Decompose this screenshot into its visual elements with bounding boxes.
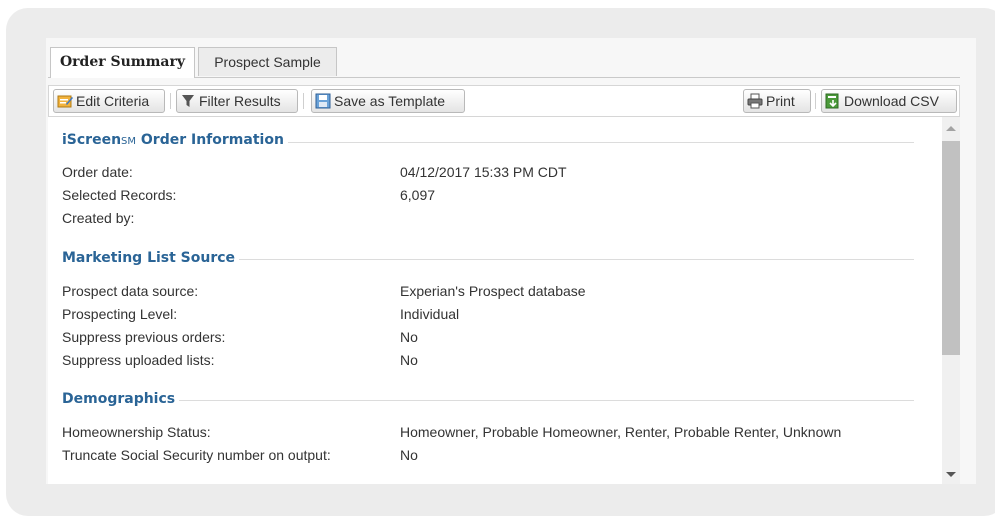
row-value: No <box>400 447 418 463</box>
edit-criteria-button[interactable]: Edit Criteria <box>53 89 165 113</box>
scrollbar-thumb[interactable] <box>942 141 960 355</box>
download-csv-icon <box>825 93 839 109</box>
row-label: Created by: <box>62 210 135 226</box>
filter-results-label: Filter Results <box>199 93 281 109</box>
row-value: 6,097 <box>400 187 436 203</box>
save-template-icon <box>315 93 331 109</box>
toolbar-divider <box>815 93 816 109</box>
scroll-up-icon[interactable] <box>946 126 956 131</box>
row-label: Truncate Social Security number on outpu… <box>62 447 331 463</box>
section-title-demographics: Demographics <box>62 391 180 411</box>
row-value: No <box>400 352 418 368</box>
row-label: Suppress uploaded lists: <box>62 352 215 368</box>
scroll-down-icon[interactable] <box>946 472 956 477</box>
edit-criteria-icon <box>57 95 73 108</box>
order-summary-content[interactable]: iScreenSM Order Information Order date: … <box>48 117 942 484</box>
toolbar-divider <box>170 93 171 109</box>
tab-order-summary[interactable]: Order Summary <box>50 47 195 78</box>
save-as-template-label: Save as Template <box>334 93 446 109</box>
row-value: 04/12/2017 15:33 PM CDT <box>400 164 567 180</box>
row-value: Individual <box>400 306 460 322</box>
row-label: Order date: <box>62 164 133 180</box>
tab-bar: Order Summary Prospect Sample <box>48 47 960 78</box>
row-label: Suppress previous orders: <box>62 329 226 345</box>
download-csv-label: Download CSV <box>844 93 939 109</box>
row-label: Prospecting Level: <box>62 306 178 322</box>
section-divider <box>62 400 914 401</box>
row-label: Selected Records: <box>62 187 177 203</box>
row-label: Prospect data source: <box>62 283 199 299</box>
edit-criteria-label: Edit Criteria <box>76 93 150 109</box>
print-icon <box>747 93 763 109</box>
section-title-order-information: iScreenSM Order Information <box>62 132 288 152</box>
row-value: Homeowner, Probable Homeowner, Renter, P… <box>400 424 842 440</box>
filter-results-button[interactable]: Filter Results <box>176 89 298 113</box>
vertical-scrollbar[interactable] <box>942 117 960 484</box>
print-button[interactable]: Print <box>743 89 811 113</box>
download-csv-button[interactable]: Download CSV <box>821 89 957 113</box>
toolbar: Edit Criteria Filter Results Save as Tem… <box>48 85 960 117</box>
row-value: Experian's Prospect database <box>400 283 586 299</box>
filter-icon <box>182 95 194 107</box>
row-value: No <box>400 329 418 345</box>
tab-prospect-sample[interactable]: Prospect Sample <box>198 47 337 76</box>
print-label: Print <box>766 93 795 109</box>
toolbar-divider <box>303 93 304 109</box>
row-label: Homeownership Status: <box>62 424 211 440</box>
section-title-marketing-list-source: Marketing List Source <box>62 250 240 270</box>
save-as-template-button[interactable]: Save as Template <box>311 89 465 113</box>
